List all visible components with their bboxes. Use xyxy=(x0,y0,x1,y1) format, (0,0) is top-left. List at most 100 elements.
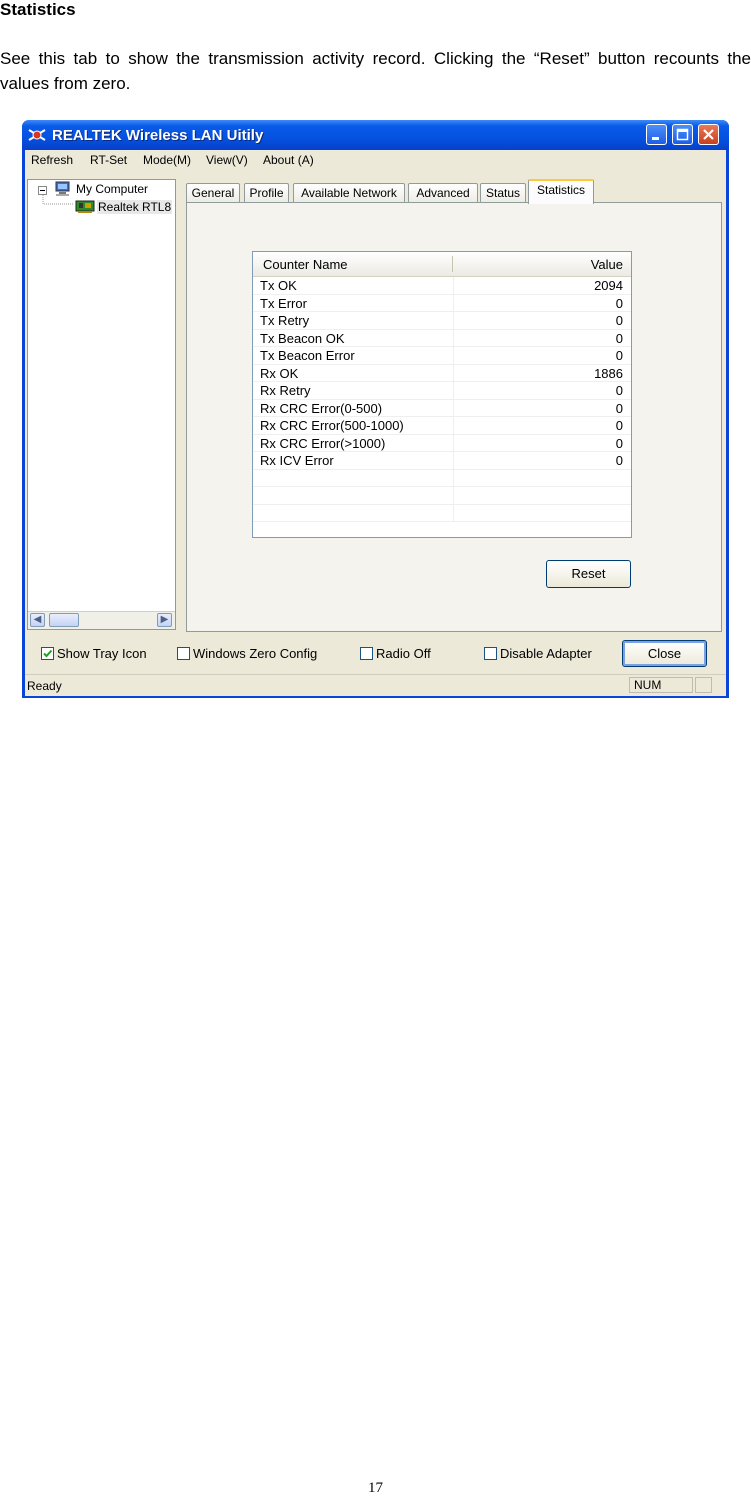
description-paragraph: See this tab to show the transmission ac… xyxy=(0,49,751,93)
maximize-icon xyxy=(676,128,689,141)
table-row[interactable]: Rx ICV Error 0 xyxy=(253,452,631,470)
counter-value-cell: 0 xyxy=(615,383,623,398)
tree-root-label[interactable]: My Computer xyxy=(76,182,148,196)
horizontal-scrollbar[interactable]: ◀ ▶ xyxy=(28,611,175,629)
menu-mode[interactable]: Mode(M) xyxy=(143,153,191,167)
radio-off-checkbox[interactable]: Radio Off xyxy=(360,646,431,661)
window-client-area: Refresh RT-Set Mode(M) View(V) About (A)… xyxy=(25,150,726,696)
counter-name-cell: Tx Retry xyxy=(260,313,310,328)
table-header: Counter Name Value xyxy=(253,252,631,277)
disable-adapter-checkbox[interactable]: Disable Adapter xyxy=(484,646,592,661)
table-row[interactable] xyxy=(253,469,631,487)
counter-value-cell: 1886 xyxy=(594,365,623,381)
maximize-button[interactable] xyxy=(672,124,693,145)
close-button[interactable]: Close xyxy=(622,640,707,667)
page-number: 17 xyxy=(368,1480,383,1496)
counter-name-cell: Tx OK xyxy=(260,278,297,293)
row-column-separator xyxy=(453,417,454,434)
counter-name-cell: Rx OK xyxy=(260,365,299,381)
title-bar[interactable]: REALTEK Wireless LAN Uitily xyxy=(22,120,729,150)
tab-profile[interactable]: Profile xyxy=(244,183,289,203)
row-column-separator xyxy=(453,382,454,399)
utility-window: REALTEK Wireless LAN Uitily Refresh RT-S… xyxy=(22,120,729,698)
row-column-separator xyxy=(453,277,454,294)
table-row[interactable]: Tx Beacon Error 0 xyxy=(253,347,631,365)
close-window-button[interactable] xyxy=(698,124,719,145)
counter-value-cell: 0 xyxy=(615,330,623,346)
counter-name-cell: Tx Beacon Error xyxy=(260,348,355,363)
menu-bar: Refresh RT-Set Mode(M) View(V) About (A) xyxy=(25,150,726,170)
minimize-icon xyxy=(652,137,659,140)
resize-grip-icon[interactable] xyxy=(695,677,712,693)
scroll-left-icon[interactable]: ◀ xyxy=(30,613,45,627)
counter-value-cell: 0 xyxy=(615,348,623,363)
table-row[interactable]: Rx CRC Error(>1000) 0 xyxy=(253,434,631,452)
checkbox-label: Show Tray Icon xyxy=(57,646,147,661)
tab-status[interactable]: Status xyxy=(480,183,526,203)
close-icon xyxy=(703,129,714,140)
row-column-separator xyxy=(453,312,454,329)
tab-available-network[interactable]: Available Network xyxy=(293,183,405,203)
windows-zero-config-checkbox[interactable]: Windows Zero Config xyxy=(177,646,317,661)
show-tray-icon-checkbox[interactable]: Show Tray Icon xyxy=(41,646,147,661)
counter-value-cell: 0 xyxy=(615,295,623,311)
menu-rt-set[interactable]: RT-Set xyxy=(90,153,127,167)
row-column-separator xyxy=(453,452,454,469)
column-separator[interactable] xyxy=(452,256,453,272)
checkbox-icon[interactable] xyxy=(484,647,497,660)
tab-general[interactable]: General xyxy=(186,183,240,203)
checkbox-icon[interactable] xyxy=(360,647,373,660)
collapse-icon[interactable] xyxy=(38,186,47,195)
minimize-button[interactable] xyxy=(646,124,667,145)
counter-value-cell: 0 xyxy=(615,453,623,468)
menu-view[interactable]: View(V) xyxy=(206,153,248,167)
table-row[interactable]: Tx Beacon OK 0 xyxy=(253,329,631,347)
table-row[interactable]: Rx Retry 0 xyxy=(253,382,631,400)
counter-name-cell: Rx CRC Error(>1000) xyxy=(260,435,386,451)
app-icon xyxy=(28,129,46,141)
network-adapter-icon xyxy=(75,200,95,213)
row-column-separator xyxy=(453,504,454,521)
column-counter-name[interactable]: Counter Name xyxy=(263,257,348,272)
counter-value-cell: 2094 xyxy=(594,278,623,293)
checkbox-label: Windows Zero Config xyxy=(193,646,318,661)
row-column-separator xyxy=(453,294,454,311)
counter-value-cell: 0 xyxy=(615,435,623,451)
tab-advanced[interactable]: Advanced xyxy=(408,183,478,203)
checkbox-icon[interactable] xyxy=(177,647,190,660)
table-row[interactable]: Tx OK 2094 xyxy=(253,277,631,295)
counter-value-cell: 0 xyxy=(615,418,623,433)
table-row[interactable]: Tx Retry 0 xyxy=(253,312,631,330)
table-row[interactable]: Rx OK 1886 xyxy=(253,364,631,382)
table-row[interactable]: Tx Error 0 xyxy=(253,294,631,312)
tab-statistics[interactable]: Statistics xyxy=(528,179,594,204)
column-value[interactable]: Value xyxy=(591,257,623,272)
scroll-right-icon[interactable]: ▶ xyxy=(157,613,172,627)
statistics-table[interactable]: Counter Name Value Tx OK 2094 Tx Error 0 Tx … xyxy=(252,251,632,538)
row-column-separator xyxy=(453,487,454,504)
checkbox-checked-icon[interactable] xyxy=(41,647,54,660)
tree-connector-icon xyxy=(42,195,74,205)
table-row[interactable] xyxy=(253,487,631,505)
status-bar: Ready NUM xyxy=(25,674,726,696)
row-column-separator xyxy=(453,434,454,451)
counter-name-cell: Tx Error xyxy=(260,295,307,311)
menu-about[interactable]: About (A) xyxy=(263,153,314,167)
table-row[interactable]: Rx CRC Error(0-500) 0 xyxy=(253,399,631,417)
device-tree[interactable]: My Computer Realtek RTL8 ◀ ▶ xyxy=(27,179,176,630)
num-lock-indicator: NUM xyxy=(629,677,693,693)
status-text: Ready xyxy=(27,679,62,693)
tree-adapter-label[interactable]: Realtek RTL8 xyxy=(97,200,173,214)
counter-name-cell: Rx CRC Error(500-1000) xyxy=(260,418,404,433)
table-row[interactable]: Rx CRC Error(500-1000) 0 xyxy=(253,417,631,435)
scroll-thumb[interactable] xyxy=(49,613,79,627)
row-column-separator xyxy=(453,364,454,381)
row-column-separator xyxy=(453,329,454,346)
checkbox-label: Radio Off xyxy=(376,646,431,661)
reset-button[interactable]: Reset xyxy=(546,560,631,588)
window-title: REALTEK Wireless LAN Uitily xyxy=(52,127,264,144)
menu-refresh[interactable]: Refresh xyxy=(31,153,73,167)
row-column-separator xyxy=(453,347,454,364)
section-heading: Statistics xyxy=(0,0,76,19)
table-row[interactable] xyxy=(253,504,631,522)
